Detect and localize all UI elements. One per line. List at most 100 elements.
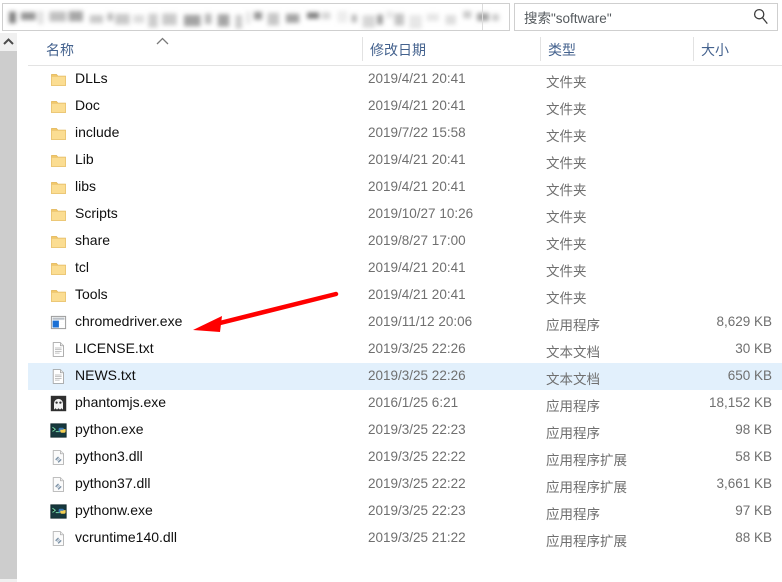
folder-icon xyxy=(51,74,66,86)
column-divider-3[interactable] xyxy=(693,37,694,61)
python-icon xyxy=(50,423,67,438)
folder-icon xyxy=(51,290,66,302)
file-date-modified: 2019/4/21 20:41 xyxy=(368,98,466,113)
column-header-size[interactable]: 大小 xyxy=(701,40,729,60)
file-row[interactable]: phantomjs.exe 2016/1/25 6:21 应用程序 18,152 KB xyxy=(28,390,782,417)
scrollbar-up-button[interactable] xyxy=(0,33,17,50)
column-divider-1[interactable] xyxy=(362,37,363,61)
file-row[interactable]: share 2019/8/27 17:00 文件夹 xyxy=(28,228,782,255)
explorer-toolbar: 搜索"software" xyxy=(0,0,782,33)
file-name: Scripts xyxy=(75,205,118,221)
sort-ascending-icon xyxy=(156,37,169,45)
file-date-modified: 2019/7/22 15:58 xyxy=(368,125,466,140)
file-row[interactable]: tcl 2019/4/21 20:41 文件夹 xyxy=(28,255,782,282)
scrollbar-thumb[interactable] xyxy=(0,51,17,579)
file-row[interactable]: pythonw.exe 2019/3/25 22:23 应用程序 97 KB xyxy=(28,498,782,525)
vertical-scrollbar[interactable] xyxy=(0,33,17,582)
column-header-row: 名称 修改日期 类型 大小 xyxy=(28,33,782,66)
folder-icon xyxy=(51,263,66,275)
file-date-modified: 2016/1/25 6:21 xyxy=(368,395,459,410)
file-date-modified: 2019/8/27 17:00 xyxy=(368,233,466,248)
file-date-modified: 2019/4/21 20:41 xyxy=(368,179,466,194)
file-row[interactable]: python3.dll 2019/3/25 22:22 应用程序扩展 58 KB xyxy=(28,444,782,471)
file-name: phantomjs.exe xyxy=(75,394,167,410)
file-name: include xyxy=(75,124,120,140)
file-row[interactable]: python.exe 2019/3/25 22:23 应用程序 98 KB xyxy=(28,417,782,444)
column-header-type[interactable]: 类型 xyxy=(548,40,576,60)
address-bar[interactable] xyxy=(2,3,510,31)
file-name: Lib xyxy=(75,151,94,167)
file-size: 97 KB xyxy=(735,503,772,518)
search-box[interactable]: 搜索"software" xyxy=(514,3,778,31)
file-name: python37.dll xyxy=(75,475,151,491)
file-date-modified: 2019/10/27 10:26 xyxy=(368,206,474,221)
folder-icon xyxy=(51,155,66,167)
search-input-placeholder: 搜索"software" xyxy=(524,11,612,26)
dll-icon xyxy=(52,450,64,465)
dll-icon xyxy=(52,477,64,492)
column-header-name[interactable]: 名称 xyxy=(46,40,74,60)
ghost-icon xyxy=(50,395,67,412)
file-date-modified: 2019/3/25 22:26 xyxy=(368,341,466,356)
dll-icon xyxy=(52,531,64,546)
file-name: share xyxy=(75,232,111,248)
file-row[interactable]: python37.dll 2019/3/25 22:22 应用程序扩展 3,661 K… xyxy=(28,471,782,498)
file-name: Tools xyxy=(75,286,108,302)
address-bar-blurred-path xyxy=(3,4,509,30)
file-size: 18,152 KB xyxy=(708,395,772,410)
text-file-icon xyxy=(52,342,64,357)
file-list[interactable]: DLLs 2019/4/21 20:41 文件夹 Doc 2019/4/21 20:41… xyxy=(28,66,782,582)
file-row[interactable]: libs 2019/4/21 20:41 文件夹 xyxy=(28,174,782,201)
file-type: 文件夹 xyxy=(546,291,587,306)
file-name: Doc xyxy=(75,97,100,113)
file-size: 650 KB xyxy=(727,368,772,383)
column-divider-2[interactable] xyxy=(540,37,541,61)
column-header-date-modified[interactable]: 修改日期 xyxy=(370,40,426,60)
file-size: 58 KB xyxy=(735,449,772,464)
text-file-icon xyxy=(52,369,64,384)
file-name: vcruntime140.dll xyxy=(75,529,177,545)
file-date-modified: 2019/4/21 20:41 xyxy=(368,287,466,302)
file-row[interactable]: vcruntime140.dll 2019/3/25 21:22 应用程序扩展 88 … xyxy=(28,525,782,552)
address-bar-dropdown-icon[interactable] xyxy=(482,4,509,30)
file-row[interactable]: NEWS.txt 2019/3/25 22:26 文本文档 650 KB xyxy=(28,363,782,390)
file-name: python.exe xyxy=(75,421,144,437)
search-icon[interactable] xyxy=(753,8,769,25)
file-row[interactable]: Scripts 2019/10/27 10:26 文件夹 xyxy=(28,201,782,228)
file-type: 文件夹 xyxy=(546,129,587,144)
file-size: 30 KB xyxy=(735,341,772,356)
file-name: chromedriver.exe xyxy=(75,313,183,329)
file-type: 文件夹 xyxy=(546,210,587,225)
file-row[interactable]: Doc 2019/4/21 20:41 文件夹 xyxy=(28,93,782,120)
file-row[interactable]: LICENSE.txt 2019/3/25 22:26 文本文档 30 KB xyxy=(28,336,782,363)
folder-icon xyxy=(51,101,66,113)
file-type: 文件夹 xyxy=(546,264,587,279)
file-type: 文件夹 xyxy=(546,75,587,90)
folder-icon xyxy=(51,128,66,140)
file-date-modified: 2019/4/21 20:41 xyxy=(368,71,466,86)
file-type: 文件夹 xyxy=(546,156,587,171)
file-size: 98 KB xyxy=(735,422,772,437)
file-size: 8,629 KB xyxy=(716,314,772,329)
file-row[interactable]: chromedriver.exe 2019/11/12 20:06 应用程序 8,62… xyxy=(28,309,782,336)
python-icon xyxy=(50,504,67,519)
file-size: 88 KB xyxy=(735,530,772,545)
file-row[interactable]: include 2019/7/22 15:58 文件夹 xyxy=(28,120,782,147)
file-type: 文件夹 xyxy=(546,237,587,252)
file-date-modified: 2019/3/25 21:22 xyxy=(368,530,466,545)
file-name: tcl xyxy=(75,259,89,275)
file-name: libs xyxy=(75,178,97,194)
file-type: 文件夹 xyxy=(546,102,587,117)
file-date-modified: 2019/3/25 22:22 xyxy=(368,449,466,464)
file-row[interactable]: Tools 2019/4/21 20:41 文件夹 xyxy=(28,282,782,309)
file-date-modified: 2019/3/25 22:26 xyxy=(368,368,466,383)
file-date-modified: 2019/3/25 22:22 xyxy=(368,476,466,491)
file-row[interactable]: Lib 2019/4/21 20:41 文件夹 xyxy=(28,147,782,174)
folder-icon xyxy=(51,182,66,194)
folder-icon xyxy=(51,209,66,221)
file-row[interactable]: DLLs 2019/4/21 20:41 文件夹 xyxy=(28,66,782,93)
list-gutter xyxy=(17,33,28,582)
file-date-modified: 2019/3/25 22:23 xyxy=(368,422,466,437)
folder-icon xyxy=(51,236,66,248)
file-name: python3.dll xyxy=(75,448,143,464)
